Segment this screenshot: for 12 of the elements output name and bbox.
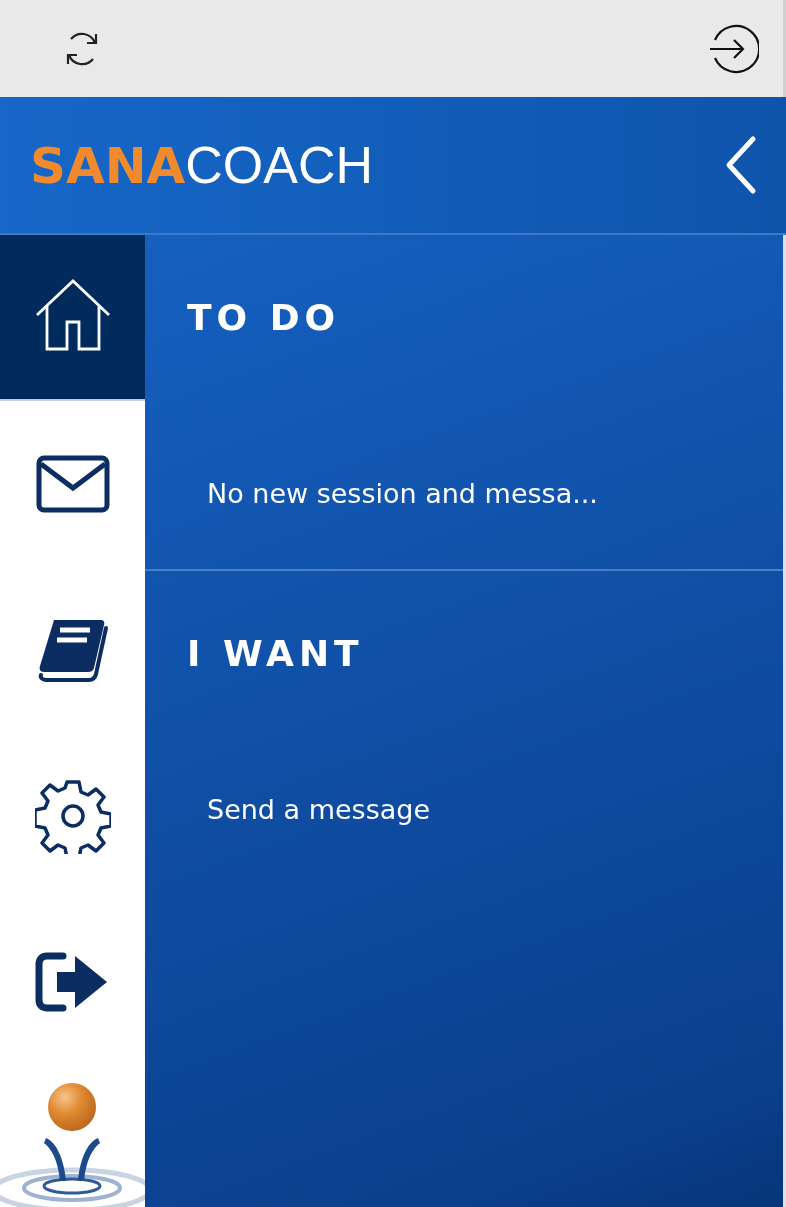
logo: SANACOACH [30,135,374,195]
back-button[interactable] [724,135,758,195]
mail-icon [34,454,111,514]
home-nav-item[interactable] [0,235,145,401]
list-item[interactable]: Send a message [207,794,431,825]
section-title: TO DO [186,296,341,338]
chevron-left-icon [724,135,758,195]
sign-in-icon [707,22,759,75]
sign-in-button[interactable] [707,22,759,75]
list-item[interactable]: No new session and messa... [207,478,598,509]
section-title: I WANT [186,632,364,674]
settings-icon [34,778,111,854]
